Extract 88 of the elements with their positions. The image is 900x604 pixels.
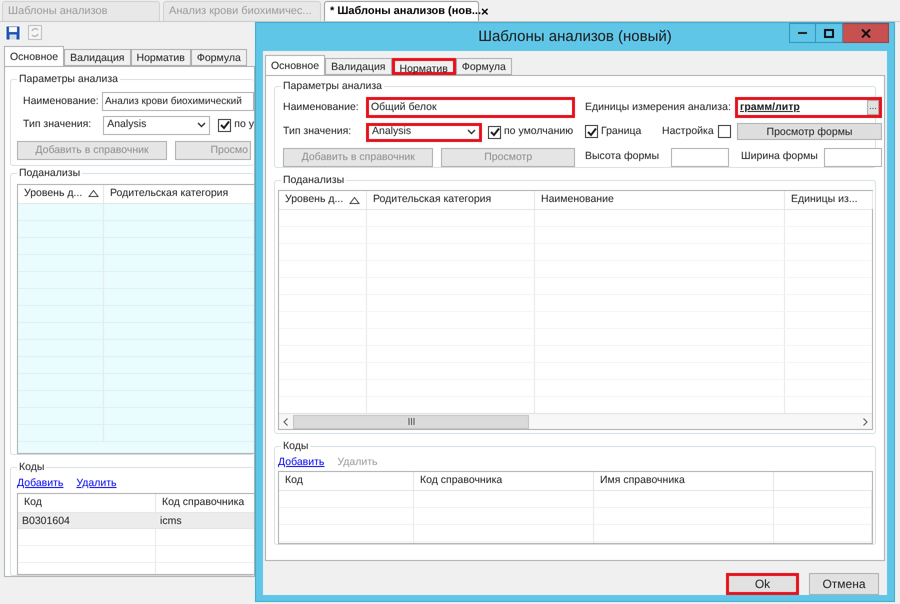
button[interactable]: Отмена	[809, 573, 879, 595]
text-field[interactable]: Общий белок	[366, 97, 575, 118]
column-title: Уровень д...	[24, 186, 82, 201]
table-cell-text: B0301604	[21, 514, 71, 528]
field-label: Единицы измерения анализа:	[585, 100, 732, 115]
save-icon	[6, 26, 20, 40]
group-title: Поданализы	[17, 166, 82, 180]
column-title: Родительская категория	[373, 192, 492, 208]
refresh-icon	[28, 25, 42, 40]
sort-up-icon	[349, 196, 360, 204]
checkbox-label: Граница	[601, 124, 642, 139]
check-icon	[490, 127, 500, 137]
close-button[interactable]	[843, 23, 889, 43]
column-title: Наименование	[541, 192, 614, 208]
column-header[interactable]: Имя справочника	[594, 472, 774, 490]
maximize-button[interactable]	[816, 23, 843, 43]
column-title: Код справочника	[162, 494, 244, 510]
input-field[interactable]	[824, 148, 882, 167]
checkbox-label: Настройка	[662, 124, 714, 139]
field-label: Ширина формы	[741, 149, 819, 164]
scrollbar-thumb[interactable]	[293, 414, 529, 428]
field-label: Тип значения:	[283, 124, 352, 140]
tab[interactable]: Норматив	[130, 49, 191, 66]
column-header[interactable]: Наименование	[535, 191, 785, 209]
link[interactable]: Добавить	[17, 476, 64, 490]
tab[interactable]: Основное	[265, 55, 326, 75]
column-header[interactable]: Единицы из...	[785, 191, 873, 209]
column-title: Уровень д...	[285, 192, 344, 208]
tab[interactable]: Основное	[4, 46, 64, 66]
minimize-icon	[798, 32, 807, 34]
tab[interactable]: Норматив	[392, 58, 456, 75]
minimize-button[interactable]	[789, 23, 816, 43]
column-title: Родительская категория	[110, 186, 228, 201]
chevron-down-icon	[197, 122, 206, 128]
tab-label: Анализ крови биохимичес...	[169, 4, 312, 20]
close-tab-button[interactable]: ×	[481, 5, 489, 18]
text-field[interactable]: Анализ крови биохимический	[102, 92, 254, 111]
tab-label: Шаблоны анализов	[8, 4, 108, 20]
group-title: Параметры анализа	[17, 72, 120, 86]
link[interactable]: Удалить	[76, 476, 116, 490]
check-icon	[220, 120, 230, 130]
select-field[interactable]: Analysis	[103, 116, 210, 134]
tab-label: * Шаблоны анализов (нов...	[330, 4, 482, 20]
group-title: Параметры анализа	[281, 79, 384, 93]
tab[interactable]: Формула	[456, 58, 512, 75]
column-header[interactable]: Код справочника	[414, 472, 594, 490]
checkbox-label: по умолчанию	[504, 124, 574, 140]
horizontal-scrollbar[interactable]	[279, 413, 872, 429]
sort-up-icon	[88, 190, 100, 198]
column-header[interactable]: Уровень д...	[18, 184, 104, 203]
browse-button[interactable]: ...	[867, 100, 879, 115]
input-field[interactable]	[671, 148, 729, 167]
column-title: Имя справочника	[600, 473, 685, 488]
field-label: Высота формы	[585, 149, 660, 164]
select-field[interactable]: Analysis	[366, 122, 482, 142]
table-cell-text: icms	[159, 514, 183, 528]
tab[interactable]: Формула	[190, 49, 247, 66]
field-label: Наименование:	[23, 94, 100, 109]
tab[interactable]: Валидация	[325, 58, 392, 75]
grip-icon	[408, 418, 414, 425]
check-icon	[586, 126, 596, 137]
group-title: Коды	[281, 439, 310, 453]
column-title: Код справочника	[420, 473, 502, 488]
text-field[interactable]: грамм/литр ...	[735, 97, 882, 118]
field-label: Тип значения:	[23, 117, 92, 132]
checkbox-label: по у	[234, 117, 254, 132]
tab[interactable]: Валидация	[64, 49, 130, 66]
checkbox[interactable]	[718, 125, 731, 138]
button[interactable]: Ok	[726, 573, 799, 595]
column-header[interactable]: Уровень д...	[279, 191, 367, 209]
chevron-down-icon	[467, 129, 476, 135]
checkbox[interactable]	[218, 118, 232, 132]
group-title: Поданализы	[281, 173, 346, 187]
column-title: Код	[285, 473, 303, 488]
column-title: Единицы из...	[791, 192, 858, 208]
link[interactable]: Добавить	[278, 455, 324, 469]
column-header[interactable]: Код	[18, 494, 156, 512]
checkbox[interactable]	[585, 125, 598, 138]
column-header[interactable]: Родительская категория	[367, 191, 535, 209]
window-title: Шаблоны анализов (новый)	[478, 26, 672, 47]
maximize-icon	[824, 28, 834, 38]
column-title: Код	[24, 494, 42, 510]
checkbox[interactable]	[488, 126, 501, 138]
column-header[interactable]: Код	[279, 472, 414, 490]
close-icon	[860, 28, 870, 38]
button[interactable]: Просмотр формы	[737, 123, 882, 140]
group-title: Коды	[17, 460, 46, 474]
field-label: Наименование:	[283, 100, 360, 115]
